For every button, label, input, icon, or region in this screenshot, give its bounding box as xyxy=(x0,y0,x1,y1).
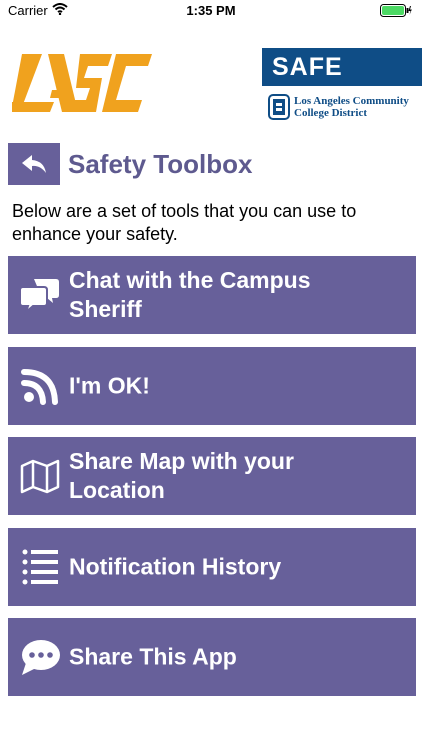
safe-badge: SAFE xyxy=(262,48,422,86)
district-seal-icon xyxy=(268,94,290,120)
speech-bubble-icon xyxy=(22,640,60,675)
district-name-line2: College District xyxy=(294,107,367,119)
tool-label: Share Map with your Location xyxy=(69,448,294,503)
notification-history-button[interactable]: Notification History xyxy=(8,528,416,606)
safe-label: SAFE xyxy=(272,53,343,81)
back-arrow-icon xyxy=(22,155,46,173)
district-logo: Los Angeles Community College District xyxy=(268,94,418,122)
map-icon xyxy=(20,459,60,494)
list-icon xyxy=(22,549,58,585)
rss-icon xyxy=(21,369,58,405)
tool-label: Notification History xyxy=(69,553,282,580)
lacc-logo xyxy=(12,52,152,114)
share-map-button[interactable]: Share Map with your Location xyxy=(8,437,416,515)
chat-with-sheriff-button[interactable]: Chat with the Campus Sheriff xyxy=(8,256,416,334)
battery-icon xyxy=(380,4,412,20)
tool-label: Chat with the Campus Sheriff xyxy=(69,267,311,322)
tool-label: I'm OK! xyxy=(69,372,150,399)
status-bar: Carrier 1:35 PM xyxy=(0,0,422,22)
share-app-button[interactable]: Share This App xyxy=(8,618,416,696)
chat-bubbles-icon xyxy=(20,279,59,315)
intro-text: Below are a set of tools that you can us… xyxy=(12,201,357,244)
clock: 1:35 PM xyxy=(186,3,236,18)
tool-label: Share This App xyxy=(69,643,237,670)
im-ok-button[interactable]: I'm OK! xyxy=(8,347,416,425)
page-title: Safety Toolbox xyxy=(68,149,253,179)
district-name-line1: Los Angeles Community xyxy=(294,95,409,107)
back-button[interactable] xyxy=(8,143,60,185)
